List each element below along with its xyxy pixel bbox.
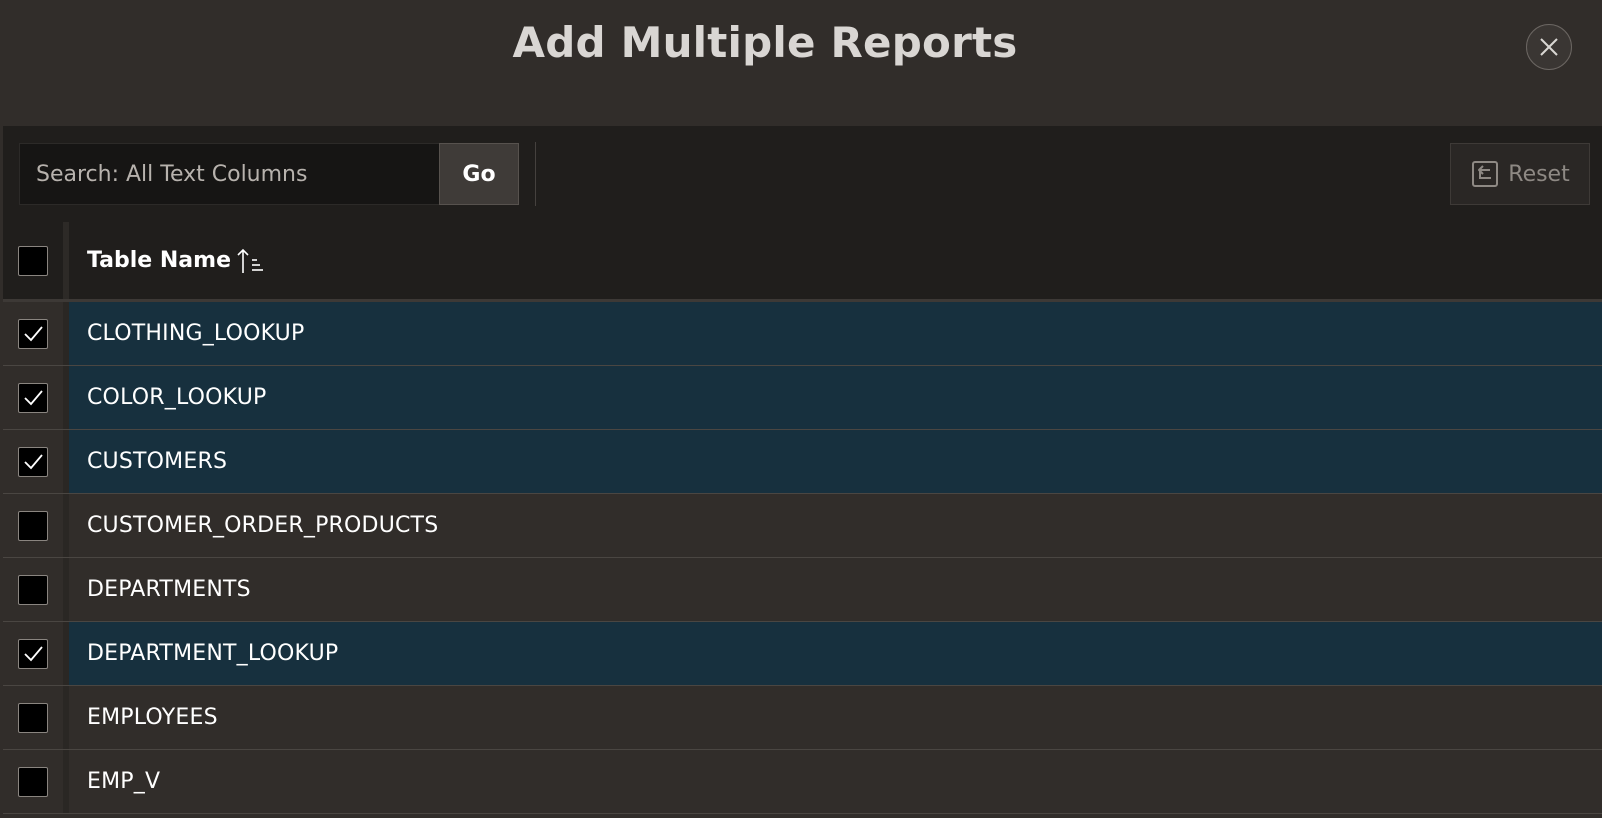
dialog-title: Add Multiple Reports (512, 18, 1018, 67)
table-row[interactable]: EMPLOYEES (3, 686, 1602, 750)
row-checkbox[interactable] (18, 702, 48, 733)
checkmark-icon (24, 645, 43, 661)
row-select-cell (3, 750, 69, 813)
select-all-checkbox[interactable] (18, 245, 48, 276)
row-select-cell (3, 302, 69, 365)
tables-grid: Table Name CLOTHING_LOOKUP COLOR_LOOKUP CU… (3, 222, 1602, 818)
report-toolbar: Go Reset (3, 126, 1602, 222)
row-select-cell (3, 494, 69, 557)
row-checkbox[interactable] (18, 638, 48, 669)
reset-label: Reset (1508, 161, 1570, 187)
table-header-row: Table Name (3, 222, 1602, 302)
table-name-cell: CUSTOMER_ORDER_PRODUCTS (87, 513, 439, 538)
dialog-header: Add Multiple Reports (0, 0, 1602, 126)
table-name-cell: COLOR_LOOKUP (87, 385, 267, 410)
checkmark-icon (24, 389, 43, 405)
close-icon (1540, 38, 1558, 56)
row-checkbox[interactable] (18, 766, 48, 797)
table-row[interactable]: DEPARTMENTS (3, 558, 1602, 622)
row-checkbox[interactable] (18, 382, 48, 413)
table-row[interactable]: CLOTHING_LOOKUP (3, 302, 1602, 366)
table-row[interactable]: EMP_V (3, 750, 1602, 814)
close-button[interactable] (1526, 24, 1572, 70)
checkmark-icon (24, 453, 43, 469)
table-row[interactable]: COLOR_LOOKUP (3, 366, 1602, 430)
select-all-cell (3, 222, 69, 299)
row-checkbox[interactable] (18, 446, 48, 477)
table-name-cell: DEPARTMENTS (87, 577, 251, 602)
search-input[interactable] (19, 143, 439, 205)
row-checkbox[interactable] (18, 318, 48, 349)
table-name-cell: EMP_V (87, 769, 161, 794)
checkmark-icon (24, 325, 43, 341)
column-header-label: Table Name (87, 248, 231, 273)
table-row[interactable]: DEPARTMENT_LOOKUP (3, 622, 1602, 686)
row-select-cell (3, 558, 69, 621)
reset-button[interactable]: Reset (1450, 143, 1590, 205)
toolbar-divider (535, 142, 536, 206)
reset-arrow-icon (1472, 161, 1499, 187)
table-row[interactable]: CUSTOMERS (3, 430, 1602, 494)
table-row[interactable]: CUSTOMER_ORDER_PRODUCTS (3, 494, 1602, 558)
row-select-cell (3, 622, 69, 685)
go-button[interactable]: Go (439, 143, 519, 205)
row-select-cell (3, 430, 69, 493)
table-name-cell: CLOTHING_LOOKUP (87, 321, 305, 346)
table-name-cell: DEPARTMENT_LOOKUP (87, 641, 339, 666)
row-checkbox[interactable] (18, 574, 48, 605)
column-header-table-name[interactable]: Table Name (87, 222, 265, 299)
row-checkbox[interactable] (18, 510, 48, 541)
table-name-cell: EMPLOYEES (87, 705, 218, 730)
row-select-cell (3, 686, 69, 749)
row-select-cell (3, 366, 69, 429)
table-name-cell: CUSTOMERS (87, 449, 228, 474)
sort-ascending-icon (237, 248, 263, 273)
table-body: CLOTHING_LOOKUP COLOR_LOOKUP CUSTOMERS CUST… (3, 302, 1602, 814)
add-multiple-reports-dialog: Add Multiple Reports Go Reset (0, 0, 1602, 818)
